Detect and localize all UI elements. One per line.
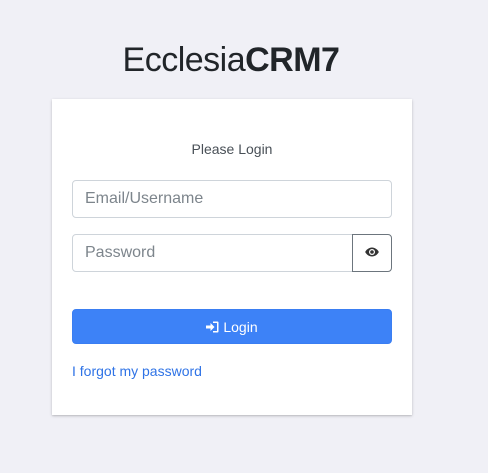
login-button-label: Login: [223, 318, 258, 335]
show-password-button[interactable]: [352, 234, 392, 272]
sign-in-icon: [206, 321, 219, 333]
login-card: Please Login Login I forgot my passw: [52, 99, 412, 415]
eye-icon: [365, 244, 379, 262]
login-box-title: Please Login: [191, 141, 273, 157]
login-button[interactable]: Login: [72, 309, 392, 344]
app-logo: EcclesiaCRM7: [0, 38, 462, 82]
logo-text-light: Ecclesia: [122, 41, 246, 79]
password-input[interactable]: [72, 234, 353, 272]
logo-text-bold: CRM7: [245, 41, 340, 79]
forgot-password-link[interactable]: I forgot my password: [72, 363, 202, 379]
login-page: EcclesiaCRM7 Please Login Login: [0, 0, 488, 473]
email-username-input[interactable]: [72, 180, 392, 218]
